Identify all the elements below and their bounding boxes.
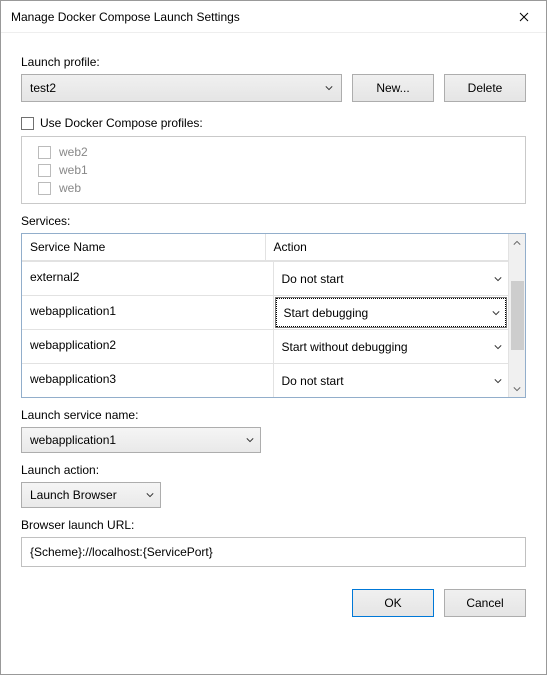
service-action-select[interactable]: Do not start: [274, 262, 509, 295]
delete-button[interactable]: Delete: [444, 74, 526, 102]
launch-profile-select[interactable]: test2: [21, 74, 342, 102]
table-row: webapplication3 Do not start: [22, 363, 508, 397]
service-action-select[interactable]: Start debugging: [275, 297, 508, 328]
chevron-down-icon: [246, 436, 254, 444]
list-item: web: [30, 179, 517, 197]
use-profiles-checkbox[interactable]: [21, 117, 34, 130]
launch-profile-value: test2: [30, 81, 56, 95]
service-action-value: Start without debugging: [282, 340, 408, 354]
profile-name: web2: [59, 145, 88, 159]
table-row: webapplication1 Start debugging: [22, 295, 508, 329]
browser-launch-url-input[interactable]: {Scheme}://localhost:{ServicePort}: [21, 537, 526, 567]
ok-button[interactable]: OK: [352, 589, 434, 617]
browser-launch-url-label: Browser launch URL:: [21, 518, 526, 532]
service-name-cell: webapplication1: [22, 296, 274, 329]
services-header-row: Service Name Action: [22, 234, 508, 261]
chevron-down-icon: [513, 385, 521, 393]
profile-name: web1: [59, 163, 88, 177]
service-name-cell: webapplication2: [22, 330, 274, 363]
close-icon: [519, 12, 529, 22]
launch-profile-label: Launch profile:: [21, 55, 526, 69]
services-scrollbar[interactable]: [508, 234, 525, 397]
scroll-thumb[interactable]: [509, 251, 526, 380]
launch-action-label: Launch action:: [21, 463, 526, 477]
service-action-value: Do not start: [282, 374, 344, 388]
launch-action-value: Launch Browser: [30, 488, 117, 502]
chevron-down-icon: [325, 84, 333, 92]
table-row: external2 Do not start: [22, 261, 508, 295]
service-action-value: Do not start: [282, 272, 344, 286]
profile-checkbox[interactable]: [38, 164, 51, 177]
col-header-service-name[interactable]: Service Name: [22, 234, 266, 261]
cancel-button[interactable]: Cancel: [444, 589, 526, 617]
profile-checkbox[interactable]: [38, 146, 51, 159]
service-action-select[interactable]: Start without debugging: [274, 330, 509, 363]
profiles-list: web2 web1 web: [21, 136, 526, 204]
service-action-value: Start debugging: [284, 306, 369, 320]
chevron-down-icon: [494, 377, 502, 385]
chevron-down-icon: [494, 275, 502, 283]
new-button[interactable]: New...: [352, 74, 434, 102]
close-button[interactable]: [501, 2, 546, 32]
dialog-title: Manage Docker Compose Launch Settings: [11, 10, 240, 24]
service-action-select[interactable]: Do not start: [274, 364, 509, 397]
services-table: Service Name Action external2 Do not sta…: [21, 233, 526, 398]
profile-name: web: [59, 181, 81, 195]
launch-service-name-value: webapplication1: [30, 433, 116, 447]
list-item: web2: [30, 143, 517, 161]
service-name-cell: external2: [22, 262, 274, 295]
use-profiles-label: Use Docker Compose profiles:: [40, 116, 203, 130]
titlebar: Manage Docker Compose Launch Settings: [1, 1, 546, 33]
col-header-action[interactable]: Action: [266, 234, 509, 261]
scroll-up-button[interactable]: [509, 234, 526, 251]
chevron-down-icon: [492, 309, 500, 317]
chevron-up-icon: [513, 239, 521, 247]
chevron-down-icon: [146, 491, 154, 499]
services-label: Services:: [21, 214, 526, 228]
launch-action-select[interactable]: Launch Browser: [21, 482, 161, 508]
scroll-down-button[interactable]: [509, 380, 526, 397]
table-row: webapplication2 Start without debugging: [22, 329, 508, 363]
service-name-cell: webapplication3: [22, 364, 274, 397]
profile-checkbox[interactable]: [38, 182, 51, 195]
browser-launch-url-value: {Scheme}://localhost:{ServicePort}: [30, 545, 213, 559]
launch-service-name-select[interactable]: webapplication1: [21, 427, 261, 453]
launch-service-name-label: Launch service name:: [21, 408, 526, 422]
list-item: web1: [30, 161, 517, 179]
chevron-down-icon: [494, 343, 502, 351]
